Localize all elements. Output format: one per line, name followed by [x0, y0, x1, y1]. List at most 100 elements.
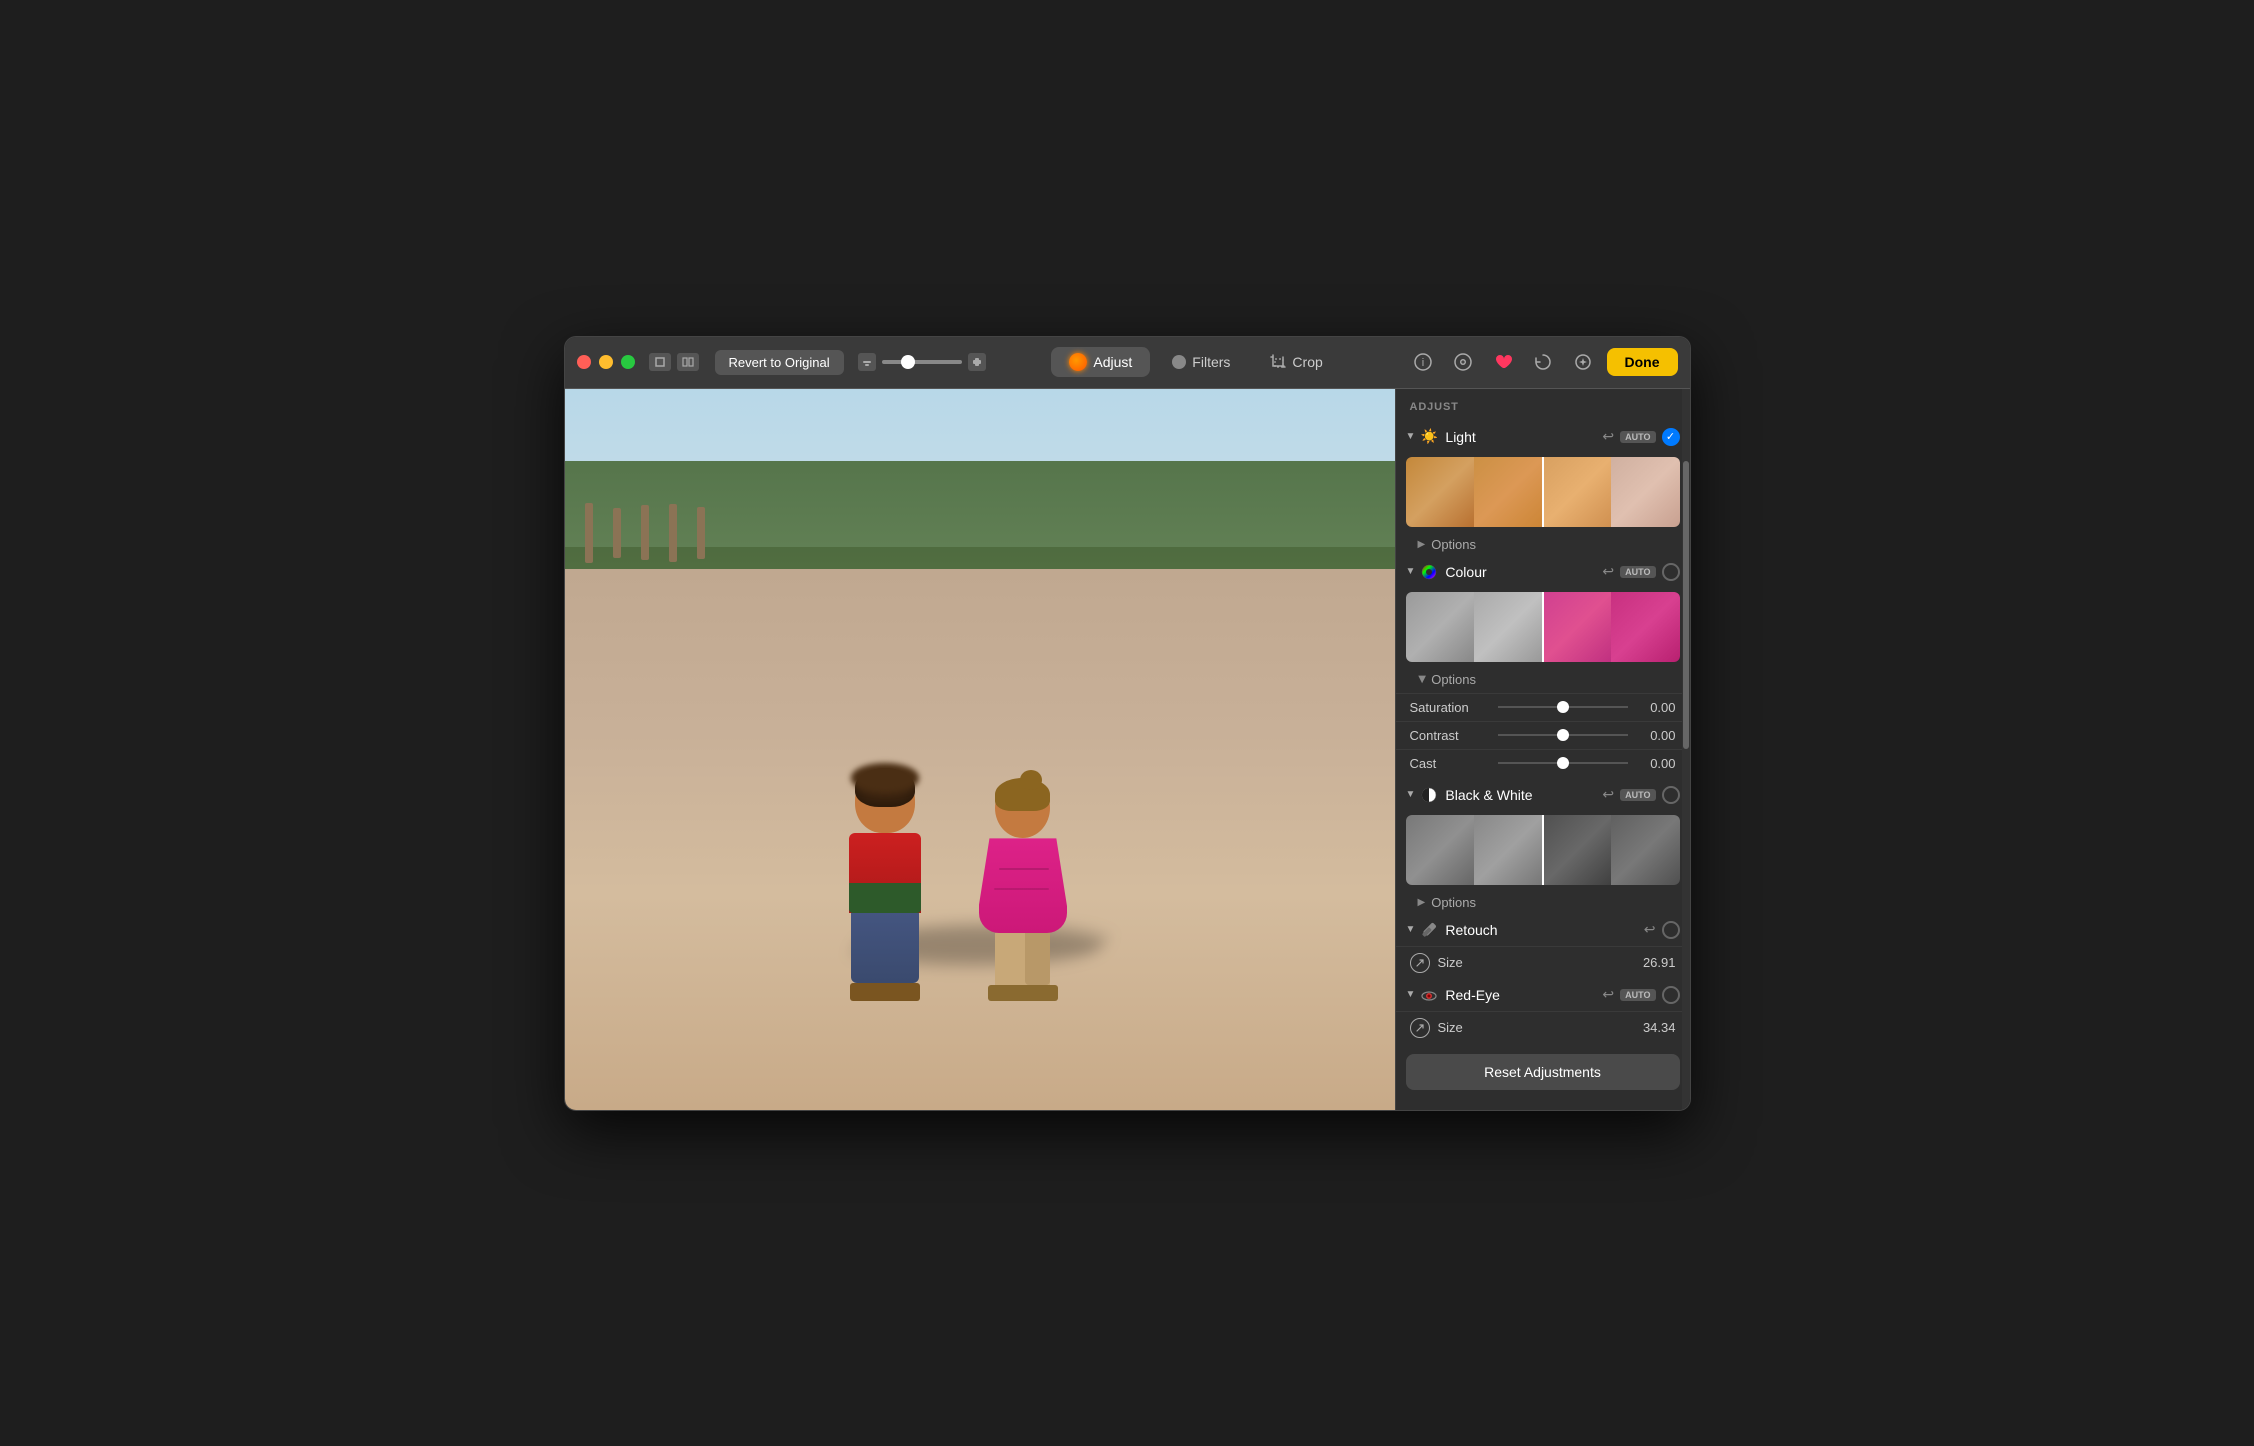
- cast-thumb[interactable]: [1557, 757, 1569, 769]
- dress-pattern: [994, 888, 1049, 890]
- bw-thumb-4[interactable]: [1611, 815, 1680, 885]
- cast-row: Cast 0.00: [1396, 749, 1690, 777]
- zoom-slider[interactable]: [882, 360, 962, 364]
- light-section-header[interactable]: ▼ ☀️ Light ↩ AUTO ✓: [1396, 421, 1690, 453]
- reset-adjustments-button[interactable]: Reset Adjustments: [1406, 1054, 1680, 1090]
- contrast-label: Contrast: [1410, 728, 1490, 743]
- colour-thumb-4[interactable]: [1611, 592, 1680, 662]
- svg-text:i: i: [1421, 357, 1423, 369]
- colour-toggle-circle[interactable]: [1662, 563, 1680, 581]
- redeye-section-header[interactable]: ▼ Red-Eye ↩ AUTO: [1396, 979, 1690, 1011]
- close-button[interactable]: [577, 355, 591, 369]
- bw-thumb-3[interactable]: [1543, 815, 1612, 885]
- bw-title: Black & White: [1445, 787, 1602, 803]
- girl-dress: [979, 838, 1067, 933]
- boy-shoes: [850, 983, 920, 1001]
- retouch-actions: ↩: [1644, 921, 1680, 939]
- bw-auto-badge[interactable]: AUTO: [1620, 789, 1655, 801]
- redeye-toggle-circle[interactable]: [1662, 986, 1680, 1004]
- colour-sliders: Saturation 0.00 Contrast 0.00: [1396, 691, 1690, 779]
- bw-actions: ↩ AUTO: [1602, 786, 1679, 804]
- light-actions: ↩ AUTO ✓: [1602, 428, 1679, 446]
- photo-area: [565, 389, 1395, 1110]
- fence-layer: [565, 504, 1395, 562]
- colour-thumb-1[interactable]: [1406, 592, 1475, 662]
- bw-thumb-divider: [1542, 815, 1544, 885]
- toolbar-right: i Done: [1407, 346, 1678, 378]
- scrollbar-thumb[interactable]: [1683, 461, 1689, 749]
- colour-reset-icon[interactable]: ↩: [1602, 563, 1614, 580]
- bw-reset-icon[interactable]: ↩: [1602, 786, 1614, 803]
- saturation-track[interactable]: [1498, 706, 1628, 708]
- tab-adjust[interactable]: Adjust: [1051, 347, 1150, 377]
- saturation-label: Saturation: [1410, 700, 1490, 715]
- zoom-in-icon[interactable]: [968, 353, 986, 371]
- light-toggle-circle[interactable]: ✓: [1662, 428, 1680, 446]
- redeye-auto-badge[interactable]: AUTO: [1620, 989, 1655, 1001]
- window-controls: [649, 353, 699, 371]
- light-auto-badge[interactable]: AUTO: [1620, 431, 1655, 443]
- light-thumb-2[interactable]: [1474, 457, 1543, 527]
- minimize-button[interactable]: [599, 355, 613, 369]
- bw-section-header[interactable]: ▼ Black & White ↩ AUTO: [1396, 779, 1690, 811]
- redeye-reset-icon[interactable]: ↩: [1602, 986, 1614, 1003]
- light-options-row[interactable]: ▶ Options: [1396, 533, 1690, 556]
- tab-crop[interactable]: Crop: [1252, 347, 1340, 377]
- favorite-button[interactable]: [1487, 346, 1519, 378]
- colour-thumb-strip[interactable]: [1406, 592, 1680, 662]
- girl-head: [995, 778, 1050, 838]
- photo-display: [565, 389, 1395, 1110]
- bw-options-row[interactable]: ▶ Options: [1396, 891, 1690, 914]
- done-button[interactable]: Done: [1607, 348, 1678, 376]
- retouch-reset-icon[interactable]: ↩: [1644, 921, 1656, 938]
- redeye-size-value: 34.34: [1643, 1020, 1676, 1035]
- fence-post: [641, 505, 649, 560]
- saturation-thumb[interactable]: [1557, 701, 1569, 713]
- fullscreen-button[interactable]: [621, 355, 635, 369]
- contrast-track[interactable]: [1498, 734, 1628, 736]
- boy-shirt: [849, 833, 921, 913]
- light-thumb-4[interactable]: [1611, 457, 1680, 527]
- toolbar-tabs: Adjust Filters Crop: [1051, 347, 1340, 377]
- contrast-value: 0.00: [1636, 728, 1676, 743]
- redeye-chevron-icon: ▼: [1406, 989, 1416, 1000]
- colour-auto-badge[interactable]: AUTO: [1620, 566, 1655, 578]
- enhance-button[interactable]: [1567, 346, 1599, 378]
- bw-options-label: Options: [1431, 895, 1476, 910]
- light-thumb-strip[interactable]: [1406, 457, 1680, 527]
- colour-thumb-3[interactable]: [1543, 592, 1612, 662]
- bw-thumb-strip[interactable]: [1406, 815, 1680, 885]
- cast-track[interactable]: [1498, 762, 1628, 764]
- tab-filters[interactable]: Filters: [1154, 347, 1248, 377]
- girl-shoes: [988, 985, 1058, 1001]
- light-thumb-3[interactable]: [1543, 457, 1612, 527]
- colour-section-header[interactable]: ▼: [1396, 556, 1690, 588]
- retouch-size-value: 26.91: [1643, 955, 1676, 970]
- rotate-button[interactable]: [1527, 346, 1559, 378]
- zoom-out-icon[interactable]: [858, 353, 876, 371]
- retouch-section-header[interactable]: ▼ Retouch ↩: [1396, 914, 1690, 946]
- redeye-size-icon: [1410, 1018, 1430, 1038]
- colour-options-row[interactable]: ▶ Options: [1396, 668, 1690, 691]
- bw-toggle-circle[interactable]: [1662, 786, 1680, 804]
- light-thumb-1[interactable]: [1406, 457, 1475, 527]
- bw-icon: [1419, 785, 1439, 805]
- share-button[interactable]: [1447, 346, 1479, 378]
- retouch-size-row: Size 26.91: [1396, 946, 1690, 979]
- light-reset-icon[interactable]: ↩: [1602, 428, 1614, 445]
- retouch-chevron-icon: ▼: [1406, 924, 1416, 935]
- bw-thumb-1[interactable]: [1406, 815, 1475, 885]
- colour-thumb-2[interactable]: [1474, 592, 1543, 662]
- contrast-thumb[interactable]: [1557, 729, 1569, 741]
- redeye-actions: ↩ AUTO: [1602, 986, 1679, 1004]
- single-view-button[interactable]: [649, 353, 671, 371]
- girl-leg-left: [995, 933, 1021, 985]
- boy-shirt-bottom: [849, 883, 921, 913]
- colour-actions: ↩ AUTO: [1602, 563, 1679, 581]
- saturation-row: Saturation 0.00: [1396, 693, 1690, 721]
- split-view-button[interactable]: [677, 353, 699, 371]
- info-button[interactable]: i: [1407, 346, 1439, 378]
- retouch-toggle-circle[interactable]: [1662, 921, 1680, 939]
- revert-button[interactable]: Revert to Original: [715, 350, 844, 375]
- bw-thumb-2[interactable]: [1474, 815, 1543, 885]
